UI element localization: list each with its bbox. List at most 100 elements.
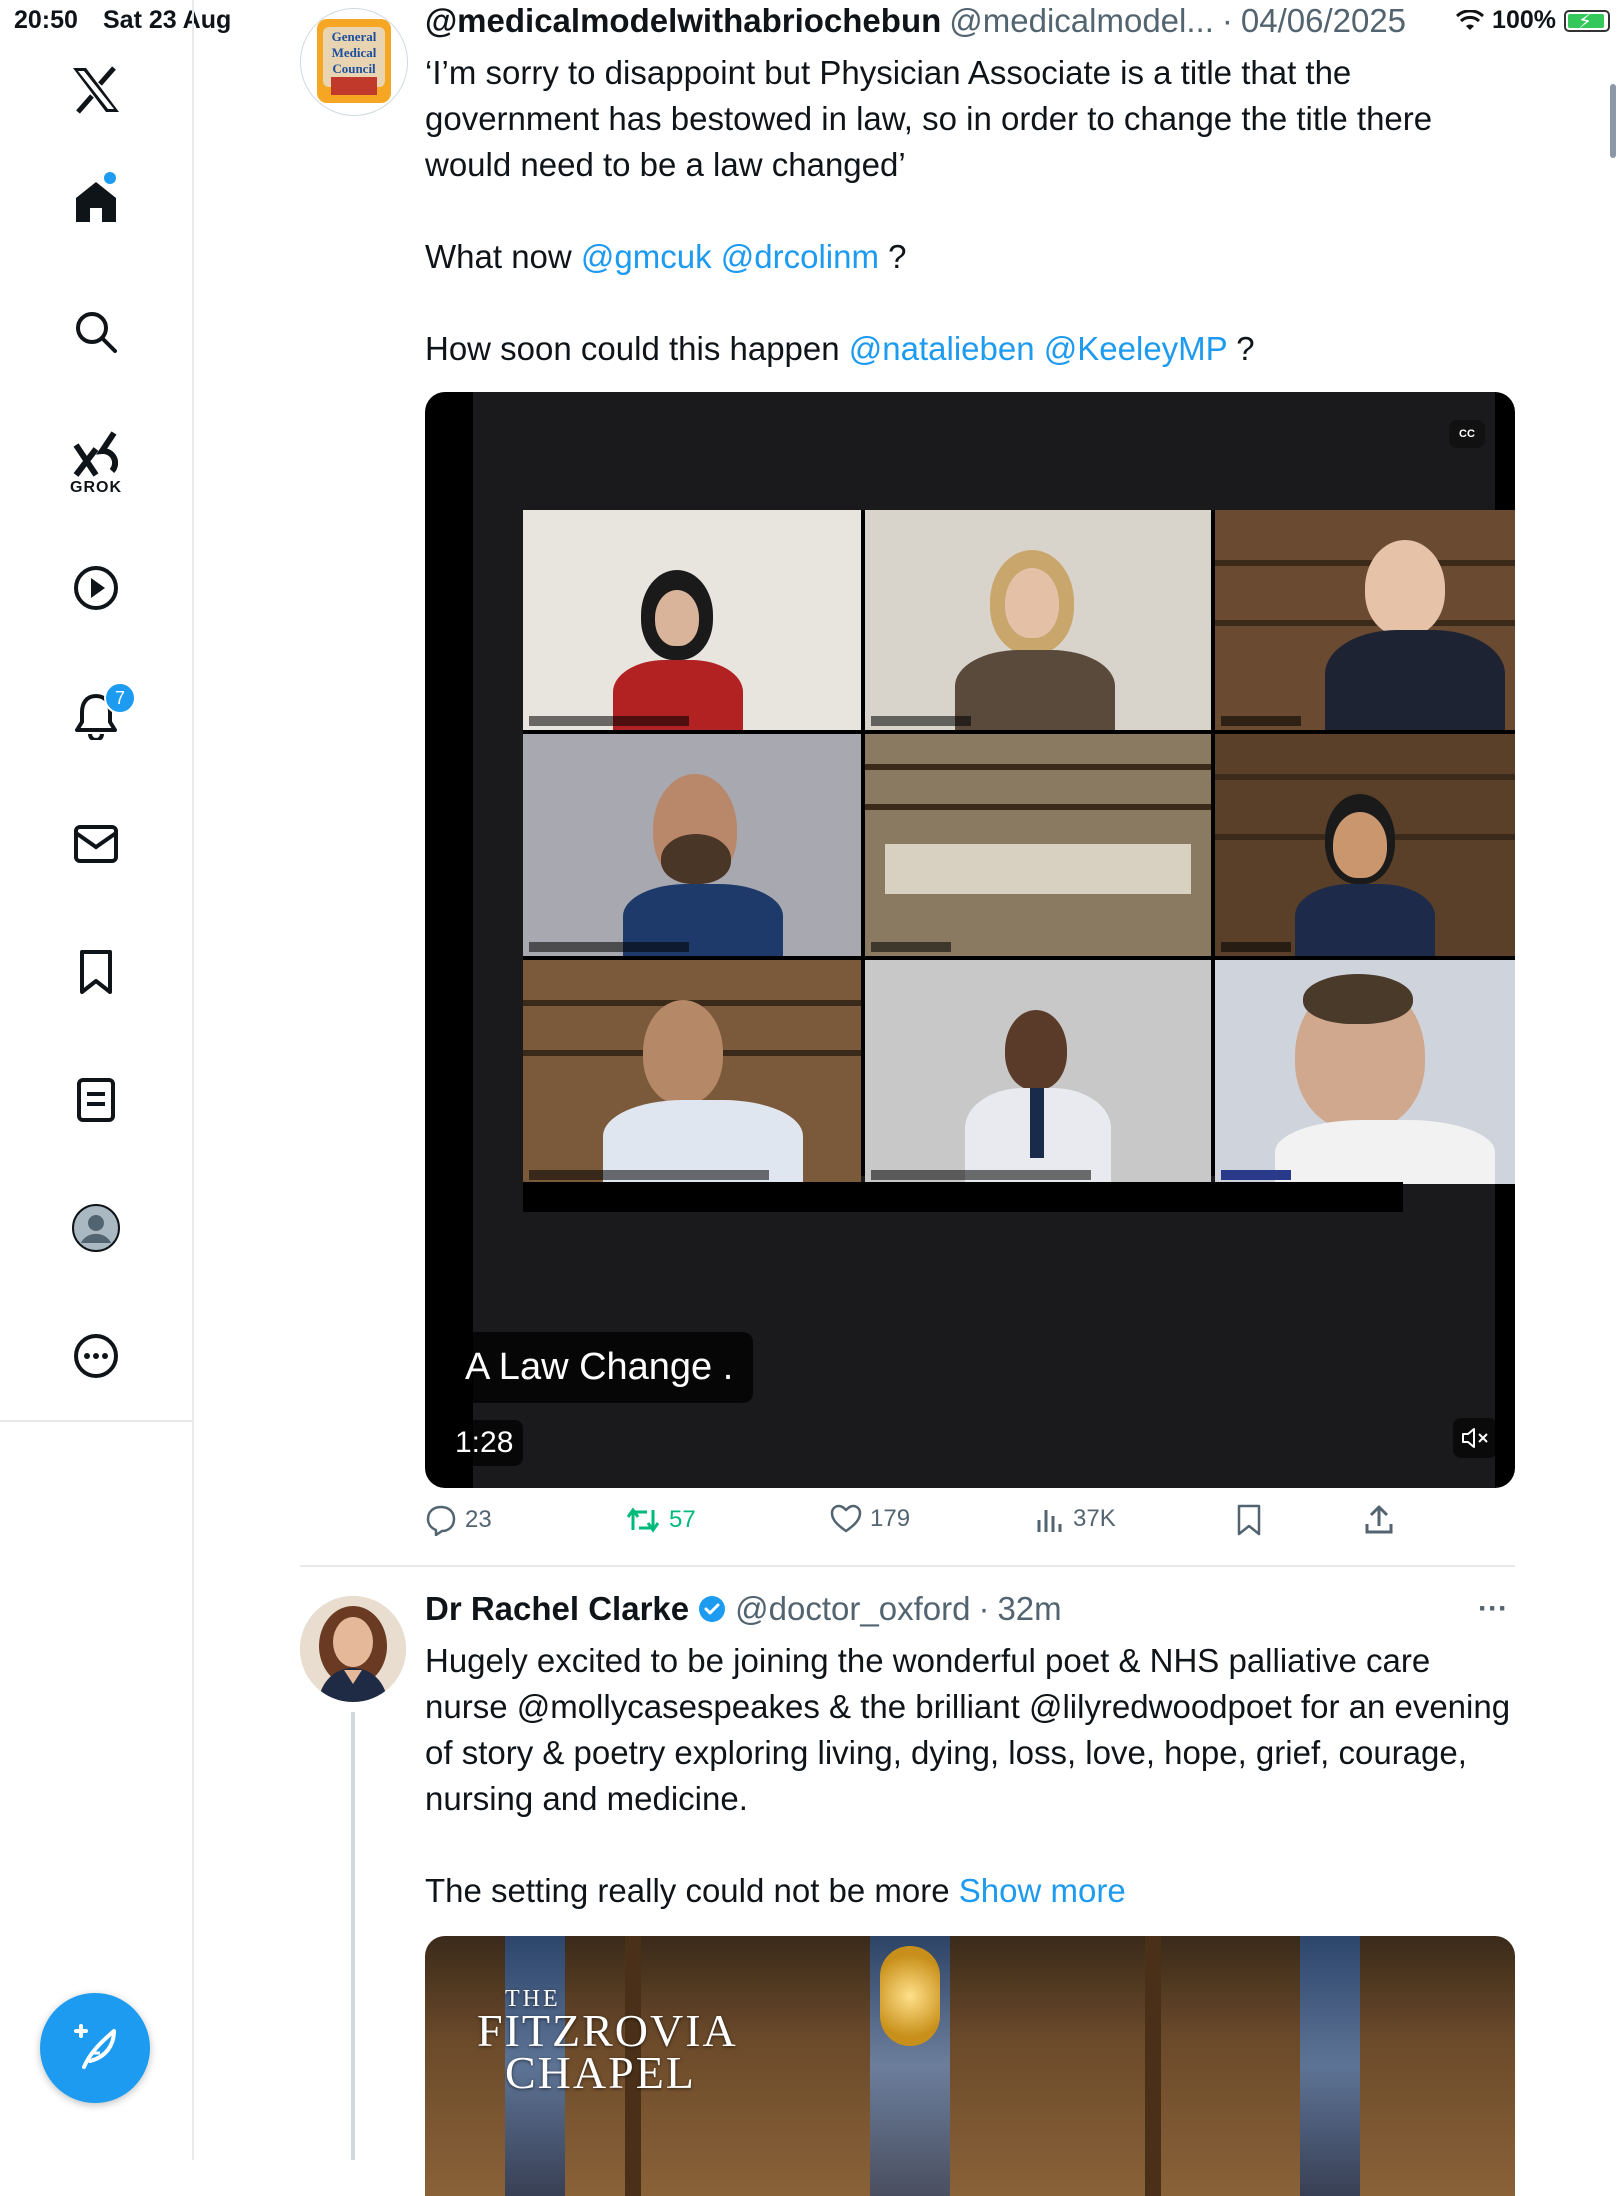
home-unread-dot <box>104 172 116 184</box>
how-soon-text: How soon could this happen <box>425 330 840 367</box>
nav-notifications[interactable]: 7 <box>0 682 192 746</box>
bookmark-button[interactable] <box>1235 1504 1263 1536</box>
nav-bookmarks[interactable] <box>0 942 192 1002</box>
tweet1-date[interactable]: 04/06/2025 <box>1241 2 1406 40</box>
what-now-text: What now <box>425 238 572 275</box>
repost-count: 57 <box>669 1506 696 1533</box>
call-participant-3 <box>1215 510 1515 730</box>
tweet1-actions: 23 57 179 37K <box>425 1504 1515 1548</box>
video-duration: 1:28 <box>445 1420 524 1466</box>
tweet1-display-name[interactable]: @medicalmodelwithabriochebun <box>425 2 941 40</box>
share-button[interactable] <box>1363 1504 1395 1536</box>
tweet2-more-button[interactable]: ··· <box>1478 1592 1508 1626</box>
tweet2-avatar[interactable] <box>300 1596 406 1702</box>
nav-profile[interactable] <box>0 1198 192 1258</box>
battery-percent: 100% <box>1492 6 1556 34</box>
video-frame <box>473 392 1515 1488</box>
nav-more[interactable] <box>0 1326 192 1386</box>
tweet1-quote: ‘I’m sorry to disappoint but Physician A… <box>425 54 1433 183</box>
nav-home[interactable] <box>0 172 192 232</box>
tweet1-handle[interactable]: @medicalmodel... <box>949 2 1214 40</box>
tweet1-text: ‘I’m sorry to disappoint but Physician A… <box>425 50 1515 372</box>
call-participant-9 <box>1215 960 1515 1184</box>
call-participant-7 <box>523 960 861 1184</box>
tweet2-separator: · <box>978 1590 990 1627</box>
scrollbar[interactable] <box>1610 84 1616 158</box>
chapel-title: THE FITZROVIA CHAPEL <box>477 1987 738 2098</box>
x-logo-icon[interactable] <box>0 60 192 120</box>
mention-drcolinm[interactable]: @drcolinm <box>721 238 879 275</box>
status-right: 100% ⚡ <box>1456 6 1610 35</box>
nav-lists[interactable] <box>0 1070 192 1130</box>
grok-icon <box>73 431 119 477</box>
reply-icon <box>426 1505 456 1536</box>
show-more-link[interactable]: Show more <box>959 1872 1126 1909</box>
reply-button[interactable]: 23 <box>425 1504 492 1536</box>
call-participant-4 <box>523 734 861 956</box>
search-icon <box>76 312 117 353</box>
reply-count: 23 <box>465 1506 492 1533</box>
repost-button[interactable]: 57 <box>625 1504 696 1536</box>
video-caption: A Law Change . <box>445 1332 754 1403</box>
question-mark: ? <box>888 238 907 275</box>
svg-text:General: General <box>332 29 377 44</box>
more-icon <box>74 1334 118 1378</box>
tweet2-handle[interactable]: @doctor_oxford <box>735 1590 970 1628</box>
avatar-icon <box>72 1204 120 1252</box>
tweet1-avatar[interactable]: General Medical Council <box>300 8 408 116</box>
like-button[interactable]: 179 <box>830 1504 910 1534</box>
mute-button[interactable] <box>1453 1418 1497 1458</box>
play-icon <box>74 566 118 610</box>
chapel-title-main-2: CHAPEL <box>505 2047 696 2098</box>
tweet1-video[interactable]: CC A Law Change . 1:28 <box>425 392 1515 1488</box>
tweet2-body: Hugely excited to be joining the wonderf… <box>425 1642 1511 1817</box>
nav-search[interactable] <box>0 302 192 362</box>
mention-natalieben[interactable]: @natalieben <box>849 330 1035 367</box>
mention-keeleymp[interactable]: @KeeleyMP <box>1044 330 1227 367</box>
mention-gmcuk[interactable]: @gmcuk <box>581 238 712 275</box>
tweet2-time[interactable]: 32m <box>997 1590 1061 1628</box>
captions-button[interactable]: CC <box>1449 420 1485 448</box>
views-chart-icon <box>1037 1510 1062 1532</box>
tweet2-display-name[interactable]: Dr Rachel Clarke <box>425 1590 689 1628</box>
call-participant-5 <box>865 734 1211 956</box>
battery-icon: ⚡ <box>1564 9 1610 33</box>
mail-icon <box>74 825 118 863</box>
question-mark: ? <box>1236 330 1255 367</box>
tweet-separator <box>300 1565 1515 1567</box>
tweet1-line-what-now: What now @gmcuk @drcolinm ? <box>425 234 1515 280</box>
nav-grok[interactable]: GROK <box>0 426 192 502</box>
svg-text:Medical: Medical <box>332 45 377 60</box>
tweet1-separator: · <box>1221 2 1233 39</box>
like-count: 179 <box>870 1505 911 1532</box>
compose-feather-icon <box>74 2024 116 2069</box>
call-participant-8 <box>865 960 1211 1184</box>
video-call-grid <box>523 510 1515 1184</box>
tweet2-image[interactable]: THE FITZROVIA CHAPEL <box>425 1936 1515 2196</box>
notifications-badge: 7 <box>104 682 136 714</box>
tweet1-line-how-soon: How soon could this happen @natalieben @… <box>425 326 1515 372</box>
tweet2-line-setting: The setting really could not be more Sho… <box>425 1868 1515 1914</box>
sidebar-divider <box>192 1420 194 2160</box>
wifi-icon <box>1456 9 1485 30</box>
muted-speaker-icon <box>1462 1428 1488 1448</box>
chapel-title-main-1: FITZROVIA <box>477 2005 738 2056</box>
thread-line <box>351 1712 355 2160</box>
call-participant-1 <box>523 510 861 730</box>
heart-icon <box>830 1504 862 1533</box>
nav-video[interactable] <box>0 558 192 618</box>
grok-label: GROK <box>70 479 122 496</box>
nav-messages[interactable] <box>0 814 192 874</box>
compose-button[interactable] <box>40 1993 150 2103</box>
home-icon <box>76 182 116 222</box>
repost-icon <box>626 1507 660 1533</box>
verified-badge-icon <box>699 1596 726 1622</box>
views-count: 37K <box>1073 1505 1116 1532</box>
views-button[interactable]: 37K <box>1035 1504 1116 1534</box>
call-participant-6 <box>1215 734 1515 956</box>
call-participant-2 <box>865 510 1211 730</box>
tweet2-setting-text: The setting really could not be more <box>425 1872 950 1909</box>
share-icon <box>1365 1505 1393 1534</box>
bookmark-icon <box>1237 1504 1261 1536</box>
bookmark-icon <box>80 950 112 994</box>
